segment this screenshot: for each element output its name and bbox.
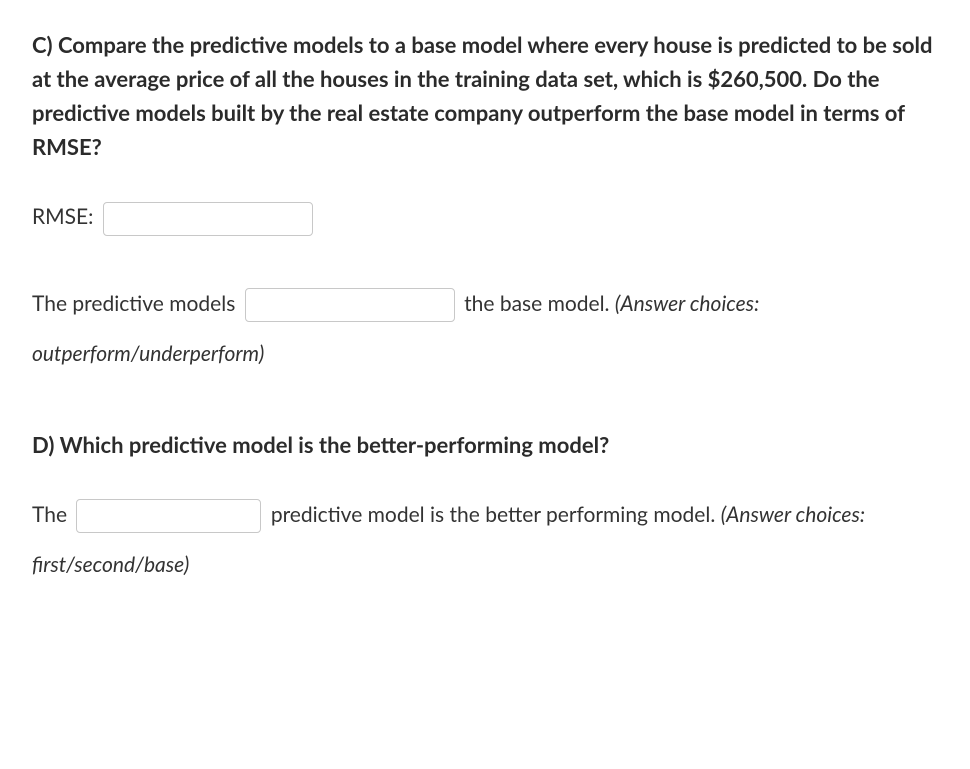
rmse-input[interactable] bbox=[103, 202, 313, 236]
compare-input[interactable] bbox=[245, 288, 455, 322]
better-text-part2: predictive model is the better performin… bbox=[271, 502, 721, 527]
question-d-heading: D) Which predictive model is the better-… bbox=[32, 428, 938, 462]
better-text-part1: The bbox=[32, 502, 67, 527]
better-model-line: The predictive model is the better perfo… bbox=[32, 490, 938, 591]
predictive-compare-line: The predictive models the base model. (A… bbox=[32, 279, 938, 380]
question-c-heading: C) Compare the predictive models to a ba… bbox=[32, 28, 938, 164]
rmse-line: RMSE: bbox=[32, 192, 938, 242]
rmse-label: RMSE: bbox=[32, 204, 93, 229]
compare-text-part2: the base model. bbox=[464, 291, 615, 316]
better-model-input[interactable] bbox=[76, 499, 261, 533]
compare-text-part1: The predictive models bbox=[32, 291, 235, 316]
